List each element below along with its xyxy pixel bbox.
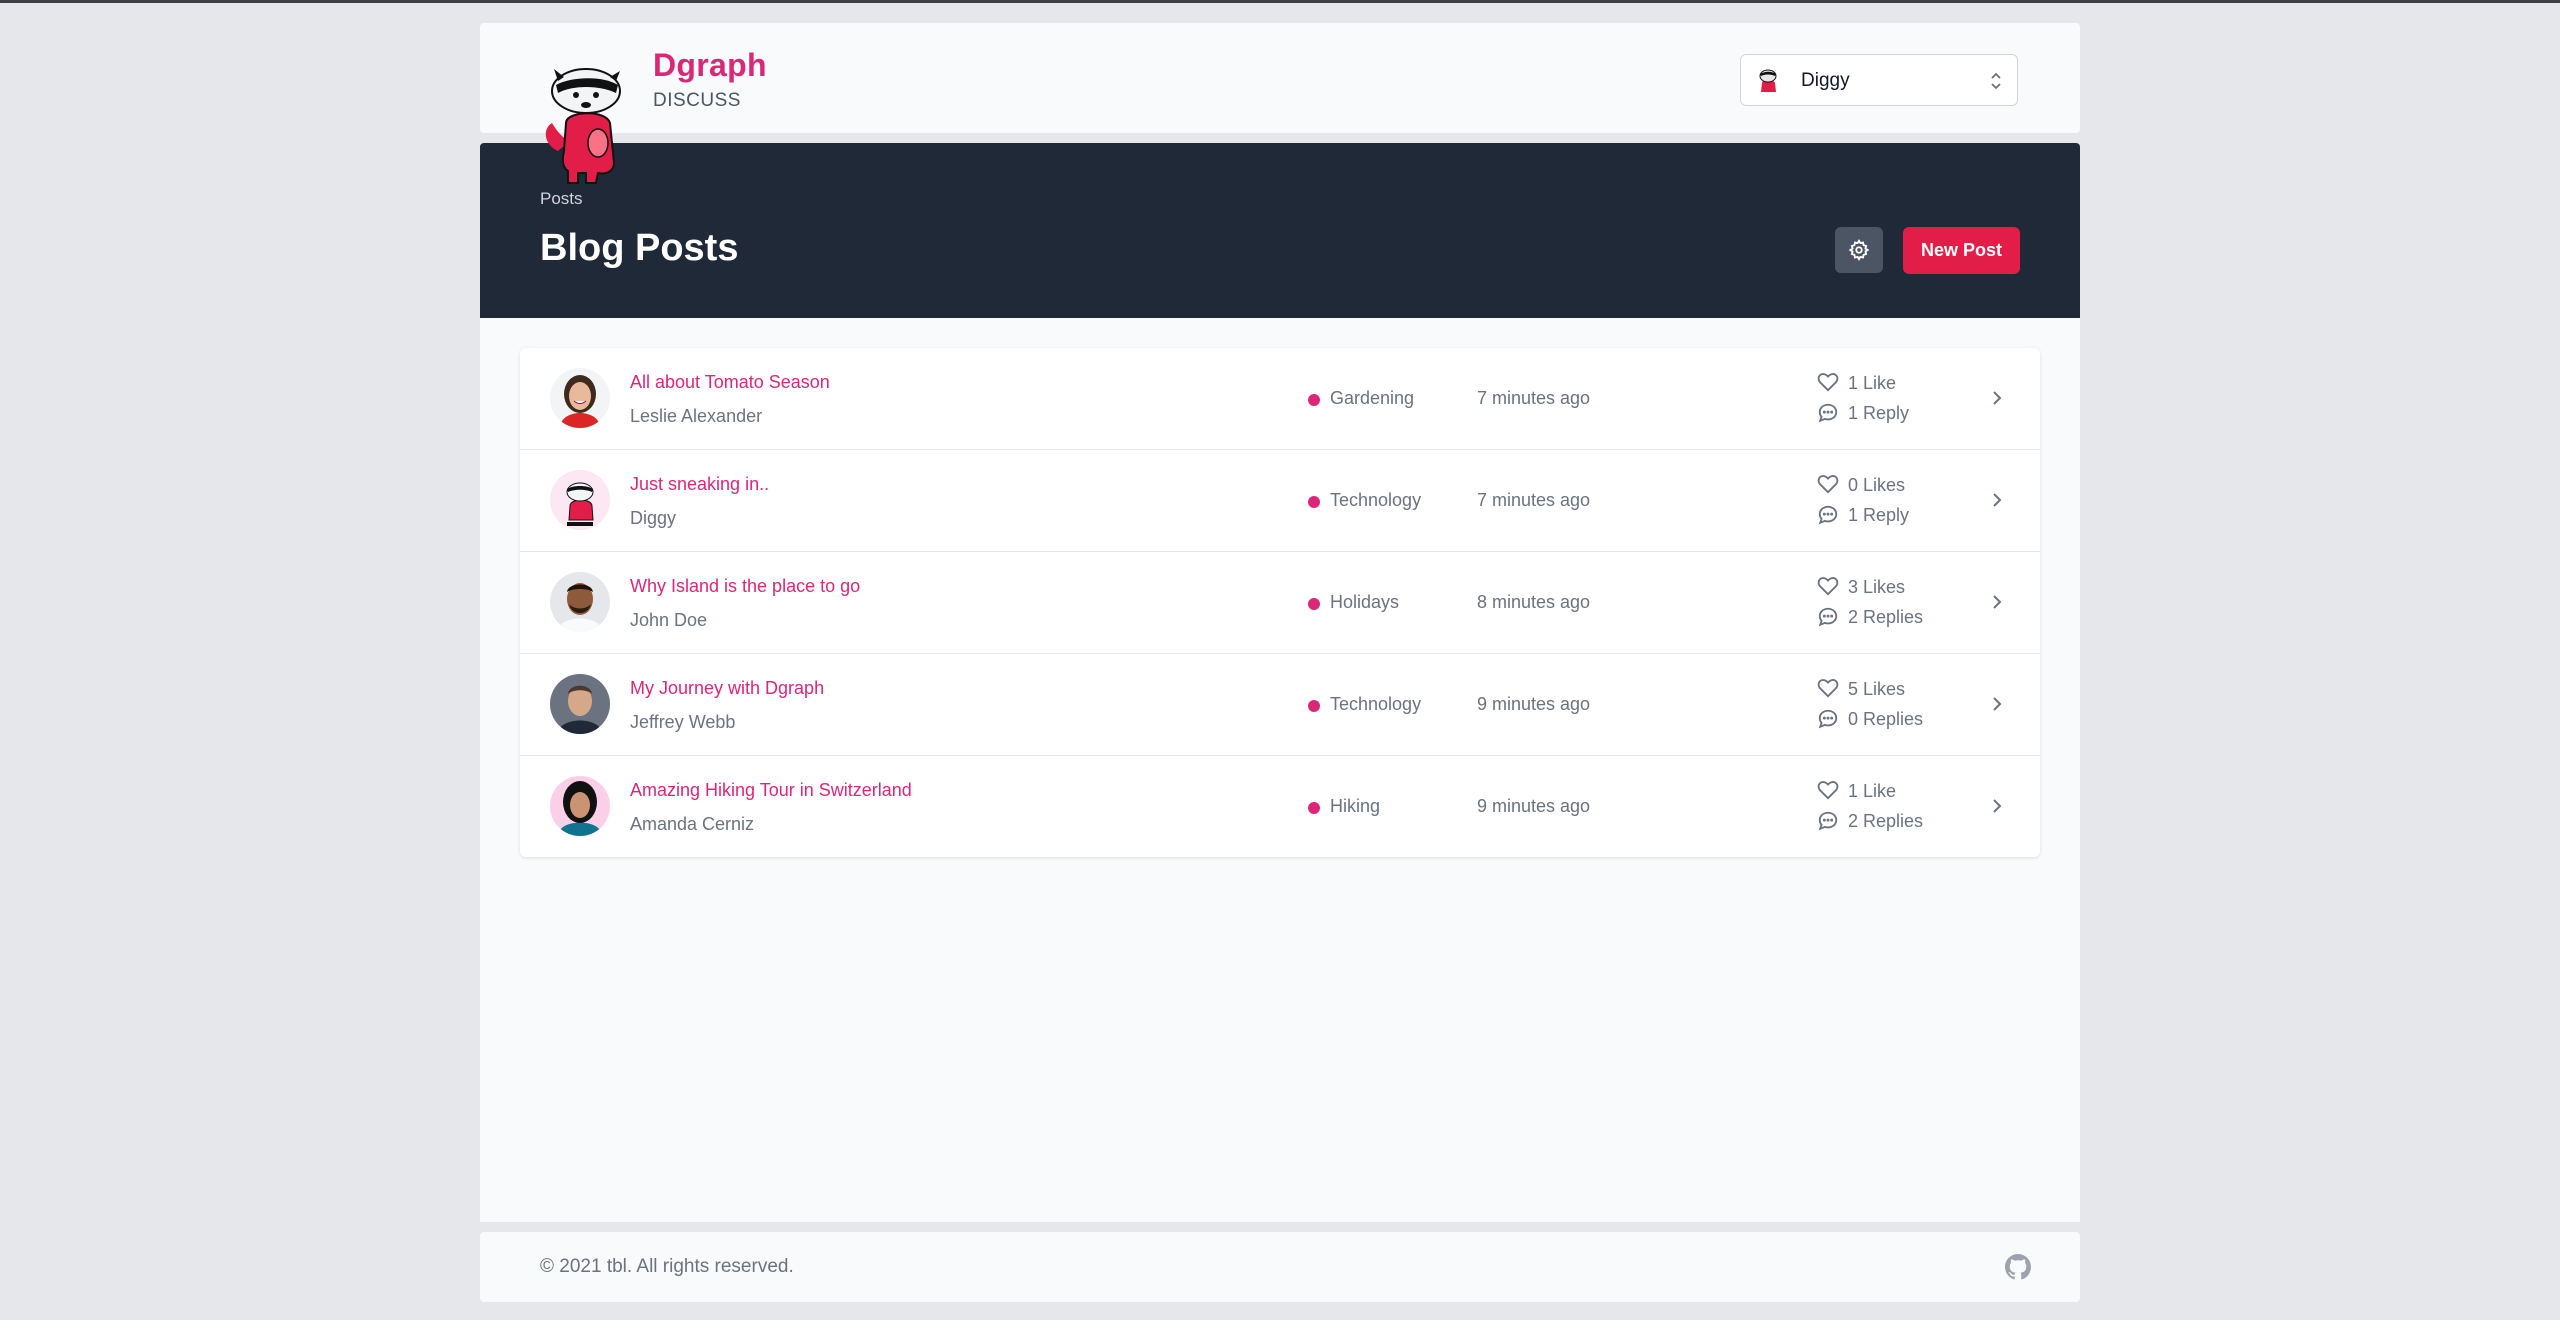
page-footer: © 2021 tbl. All rights reserved. xyxy=(480,1232,2080,1302)
brand-name[interactable]: Dgraph xyxy=(653,47,767,84)
heart-icon xyxy=(1817,781,1839,800)
author-avatar xyxy=(550,776,610,836)
post-time: 9 minutes ago xyxy=(1477,694,1591,714)
likes-count: 0 Likes xyxy=(1848,475,1906,495)
window-top-border xyxy=(0,0,2560,3)
post-row[interactable]: Just sneaking in.. Diggy Technology 7 mi… xyxy=(520,449,2040,551)
chat-bubble-icon xyxy=(1818,811,1838,831)
author-avatar xyxy=(550,674,610,734)
author-avatar xyxy=(550,470,610,530)
settings-button[interactable] xyxy=(1835,227,1883,273)
post-title[interactable]: All about Tomato Season xyxy=(630,372,830,393)
post-category: Technology xyxy=(1330,694,1422,714)
post-author: Diggy xyxy=(630,508,677,528)
main-content: All about Tomato Season Leslie Alexander… xyxy=(480,318,2080,1222)
post-category: Technology xyxy=(1330,490,1422,510)
likes-count: 3 Likes xyxy=(1848,577,1906,597)
post-list: All about Tomato Season Leslie Alexander… xyxy=(520,348,2040,857)
page-banner: Posts Blog Posts New Post xyxy=(480,143,2080,318)
post-title[interactable]: My Journey with Dgraph xyxy=(630,678,824,699)
category-dot xyxy=(1308,496,1320,508)
category-dot xyxy=(1308,802,1320,814)
chevron-right-icon xyxy=(1993,391,2002,405)
category-dot xyxy=(1308,598,1320,610)
likes-count: 1 Like xyxy=(1848,781,1897,801)
replies-count: 1 Reply xyxy=(1848,505,1910,525)
user-select[interactable]: Diggy xyxy=(1740,54,2018,106)
author-avatar xyxy=(550,572,610,632)
chevron-right-icon xyxy=(1993,799,2002,813)
page-title: Blog Posts xyxy=(540,227,739,269)
post-author: John Doe xyxy=(630,610,708,630)
likes-count: 5 Likes xyxy=(1848,679,1906,699)
post-row[interactable]: My Journey with Dgraph Jeffrey Webb Tech… xyxy=(520,653,2040,755)
chat-bubble-icon xyxy=(1818,403,1838,423)
github-icon[interactable] xyxy=(2005,1254,2031,1280)
replies-count: 2 Replies xyxy=(1848,607,1924,627)
post-category: Gardening xyxy=(1330,388,1415,408)
selected-user-name: Diggy xyxy=(1801,70,1850,91)
app-header: Dgraph DISCUSS Diggy xyxy=(480,23,2080,184)
new-post-button[interactable]: New Post xyxy=(1903,227,2020,274)
copyright-text: © 2021 tbl. All rights reserved. xyxy=(540,1256,794,1277)
chevron-right-icon xyxy=(1993,493,2002,507)
post-author: Jeffrey Webb xyxy=(630,712,736,732)
post-author: Amanda Cerniz xyxy=(630,814,755,834)
heart-icon xyxy=(1817,373,1839,392)
post-time: 8 minutes ago xyxy=(1477,592,1591,612)
diggy-avatar-icon xyxy=(1759,69,1777,92)
post-time: 7 minutes ago xyxy=(1477,490,1591,510)
post-title[interactable]: Just sneaking in.. xyxy=(630,474,769,495)
post-title[interactable]: Why Island is the place to go xyxy=(630,576,860,597)
heart-icon xyxy=(1817,475,1839,494)
likes-count: 1 Like xyxy=(1848,373,1897,393)
post-row[interactable]: Why Island is the place to go John Doe H… xyxy=(520,551,2040,653)
brand-subtitle: DISCUSS xyxy=(653,90,741,111)
breadcrumb[interactable]: Posts xyxy=(540,189,583,209)
chevron-right-icon xyxy=(1993,595,2002,609)
post-category: Holidays xyxy=(1330,592,1400,612)
post-category: Hiking xyxy=(1330,796,1381,816)
heart-icon xyxy=(1817,577,1839,596)
chevron-right-icon xyxy=(1993,697,2002,711)
category-dot xyxy=(1308,394,1320,406)
post-title[interactable]: Amazing Hiking Tour in Switzerland xyxy=(630,780,912,801)
replies-count: 2 Replies xyxy=(1848,811,1924,831)
replies-count: 1 Reply xyxy=(1848,403,1910,423)
chat-bubble-icon xyxy=(1818,505,1838,525)
selector-arrows-icon xyxy=(1991,72,2001,90)
post-time: 9 minutes ago xyxy=(1477,796,1591,816)
chat-bubble-icon xyxy=(1818,607,1838,627)
replies-count: 0 Replies xyxy=(1848,709,1924,729)
post-row[interactable]: Amazing Hiking Tour in Switzerland Amand… xyxy=(520,755,2040,857)
chat-bubble-icon xyxy=(1818,709,1838,729)
gear-icon xyxy=(1848,239,1870,261)
post-author: Leslie Alexander xyxy=(630,406,763,426)
category-dot xyxy=(1308,700,1320,712)
heart-icon xyxy=(1817,679,1839,698)
diggy-logo[interactable] xyxy=(536,59,632,191)
author-avatar xyxy=(550,368,610,428)
post-time: 7 minutes ago xyxy=(1477,388,1591,408)
post-row[interactable]: All about Tomato Season Leslie Alexander… xyxy=(520,348,2040,449)
